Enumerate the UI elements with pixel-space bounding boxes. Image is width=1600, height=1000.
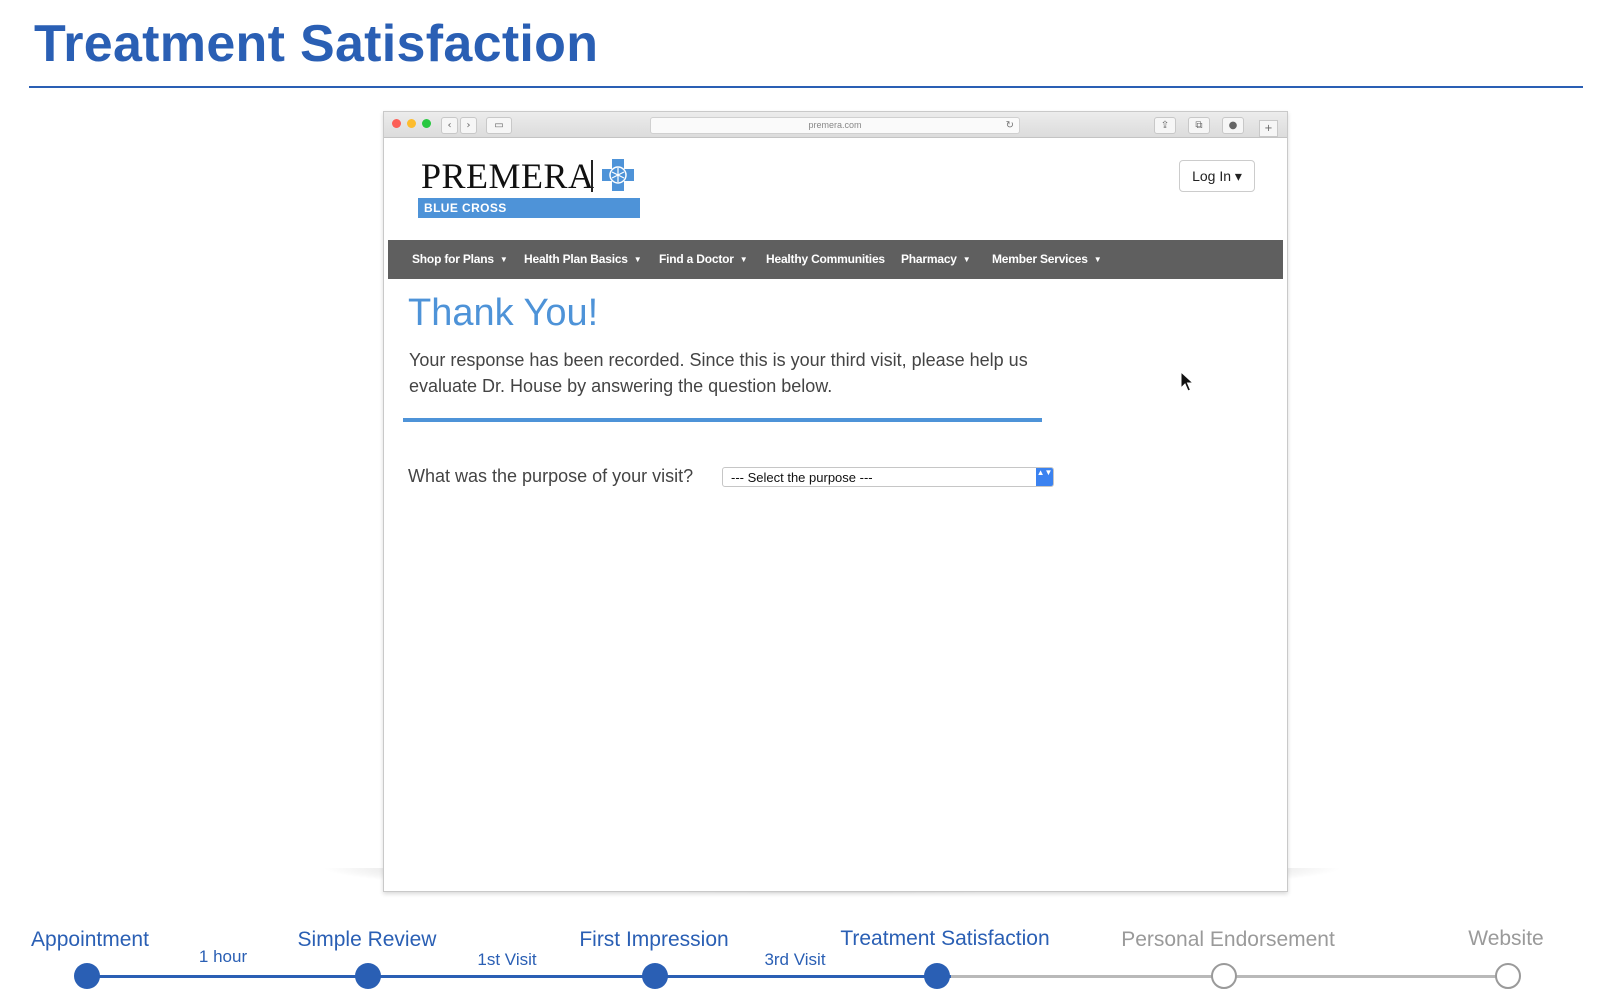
nav-label: Pharmacy (901, 252, 957, 266)
nav-shop-for-plans[interactable]: Shop for Plans ▼ (412, 240, 508, 279)
nav-health-plan-basics[interactable]: Health Plan Basics ▼ (524, 240, 642, 279)
timeline-label: Website (1468, 927, 1544, 950)
premera-logo[interactable]: PREMERA BLUE CROSS (418, 156, 640, 224)
minimize-window-icon[interactable] (407, 119, 416, 128)
caret-down-icon: ▼ (1093, 255, 1102, 264)
caret-down-icon: ▼ (633, 255, 642, 264)
close-window-icon[interactable] (392, 119, 401, 128)
timeline-label: Appointment (31, 928, 149, 951)
zoom-window-icon[interactable] (422, 119, 431, 128)
forward-icon[interactable]: › (460, 117, 477, 134)
timeline-node-first-impression[interactable] (642, 963, 668, 989)
share-icon[interactable]: ⇪ (1154, 117, 1176, 134)
browser-toolbar: ‹ › ▭ premera.com ↻ ⇪ ⧉ ● + (384, 112, 1287, 138)
thank-you-heading: Thank You! (408, 292, 599, 334)
timeline-node-appointment[interactable] (74, 963, 100, 989)
timeline-label: Simple Review (297, 928, 437, 951)
select-value: --- Select the purpose --- (731, 470, 873, 485)
reload-icon[interactable]: ↻ (1006, 118, 1014, 133)
timeline-node-treatment-satisfaction[interactable] (924, 963, 950, 989)
main-nav: Shop for Plans ▼ Health Plan Basics ▼ Find… (388, 240, 1283, 279)
visit-purpose-select[interactable]: --- Select the purpose --- ▲▼ (722, 467, 1054, 487)
caret-down-icon: ▼ (499, 255, 508, 264)
timeline-node-personal-endorsement[interactable] (1211, 963, 1237, 989)
select-arrows-glyph: ▲▼ (1036, 468, 1053, 477)
nav-label: Find a Doctor (659, 252, 734, 266)
logo-wordmark: PREMERA (421, 156, 595, 196)
logo-band: BLUE CROSS (418, 198, 640, 218)
timeline-label: Treatment Satisfaction (840, 927, 1050, 950)
select-arrows-icon: ▲▼ (1036, 468, 1053, 486)
nav-find-a-doctor[interactable]: Find a Doctor ▼ (659, 240, 748, 279)
timeline-progress-line (86, 975, 951, 978)
nav-pharmacy[interactable]: Pharmacy ▼ (901, 240, 971, 279)
timeline-label: First Impression (579, 928, 729, 951)
timeline-gap-label: 1st Visit (477, 950, 537, 969)
browser-window: ‹ › ▭ premera.com ↻ ⇪ ⧉ ● + PREMERA BLUE… (383, 111, 1288, 892)
nav-member-services[interactable]: Member Services ▼ (992, 240, 1102, 279)
confirmation-message: Your response has been recorded. Since t… (409, 350, 1028, 396)
nav-healthy-communities[interactable]: Healthy Communities (766, 240, 885, 279)
nav-label: Healthy Communities (766, 252, 885, 266)
slide-title: Treatment Satisfaction (34, 15, 599, 73)
nav-label: Shop for Plans (412, 252, 494, 266)
mouse-cursor-icon (1180, 371, 1194, 392)
back-icon[interactable]: ‹ (441, 117, 458, 134)
timeline-label: Personal Endorsement (1121, 928, 1335, 951)
tabs-icon[interactable]: ⧉ (1188, 117, 1210, 134)
nav-label: Member Services (992, 252, 1088, 266)
caret-down-icon: ▼ (962, 255, 971, 264)
login-button[interactable]: Log In ▾ (1179, 160, 1255, 192)
address-bar[interactable]: premera.com ↻ (650, 117, 1020, 134)
caret-down-icon: ▼ (739, 255, 748, 264)
nav-label: Health Plan Basics (524, 252, 628, 266)
download-icon[interactable]: ● (1222, 117, 1244, 134)
timeline-node-simple-review[interactable] (355, 963, 381, 989)
timeline-gap-label: 3rd Visit (764, 950, 826, 969)
logo-separator (591, 160, 593, 192)
new-tab-icon[interactable]: + (1259, 120, 1278, 137)
title-divider (29, 86, 1583, 88)
timeline-gap-label: 1 hour (198, 947, 248, 966)
url-text: premera.com (808, 120, 862, 130)
section-divider (403, 418, 1042, 422)
visit-purpose-question: What was the purpose of your visit? (408, 466, 694, 486)
blue-cross-icon (602, 159, 634, 191)
timeline-node-website[interactable] (1495, 963, 1521, 989)
sidebar-icon[interactable]: ▭ (486, 117, 512, 134)
